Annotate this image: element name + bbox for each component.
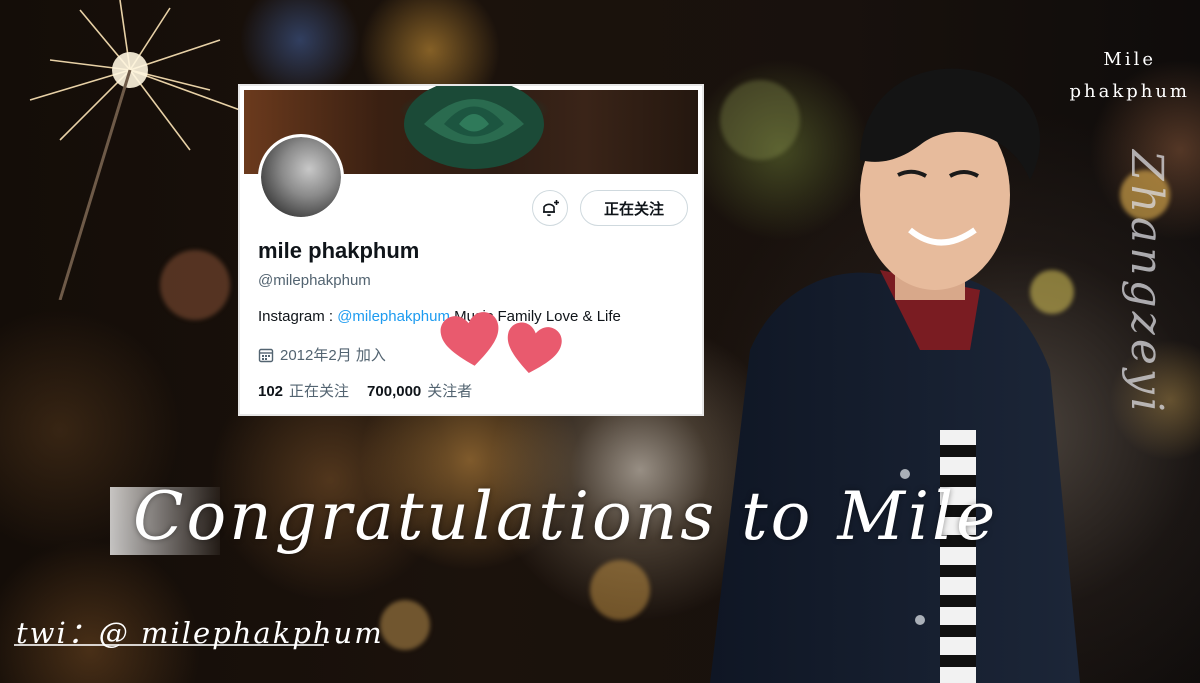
- sparkler-graphic: [29, 0, 241, 300]
- joined-text: 2012年2月 加入: [280, 347, 386, 364]
- following-button[interactable]: 正在关注: [580, 190, 688, 226]
- side-name: Mile phakphum: [1069, 44, 1190, 108]
- display-name: mile phakphum: [258, 238, 420, 263]
- background-scene: 正在关注 mile phakphum @milephakphum Instagr…: [0, 0, 1200, 683]
- heart-icon: [507, 322, 562, 373]
- side-name-line2: phakphum: [1069, 81, 1190, 102]
- following-count: 102: [258, 383, 284, 400]
- rose-icon: [404, 86, 544, 169]
- followers-count: 700,000: [367, 383, 422, 400]
- vertical-name: Zhangzeyi: [1121, 150, 1172, 416]
- bell-plus-icon: [543, 200, 559, 217]
- bokeh-light: [590, 560, 650, 620]
- following-stat[interactable]: 102 正在关注: [258, 380, 349, 401]
- avatar[interactable]: [258, 134, 344, 220]
- calendar-icon: [258, 348, 274, 362]
- followers-label: 关注者: [427, 383, 473, 400]
- avatar-image: [261, 137, 341, 217]
- notify-button[interactable]: [532, 190, 568, 226]
- followers-stat[interactable]: 700,000 关注者: [367, 380, 472, 401]
- bio-link[interactable]: @milephakphum: [337, 308, 450, 325]
- handle: @milephakphum: [258, 272, 371, 289]
- follow-stats: 102 正在关注 700,000 关注者: [258, 380, 472, 401]
- congrats-text: Congratulations to Mile: [133, 478, 999, 555]
- person-photo: [710, 68, 1080, 683]
- joined-date: 2012年2月 加入: [258, 344, 386, 365]
- following-label: 正在关注: [289, 383, 350, 400]
- bokeh-light: [380, 600, 430, 650]
- heart-icon: [440, 312, 499, 366]
- bio-prefix: Instagram :: [258, 308, 338, 325]
- credit-underline: [14, 644, 324, 646]
- side-name-line1: Mile: [1103, 49, 1157, 70]
